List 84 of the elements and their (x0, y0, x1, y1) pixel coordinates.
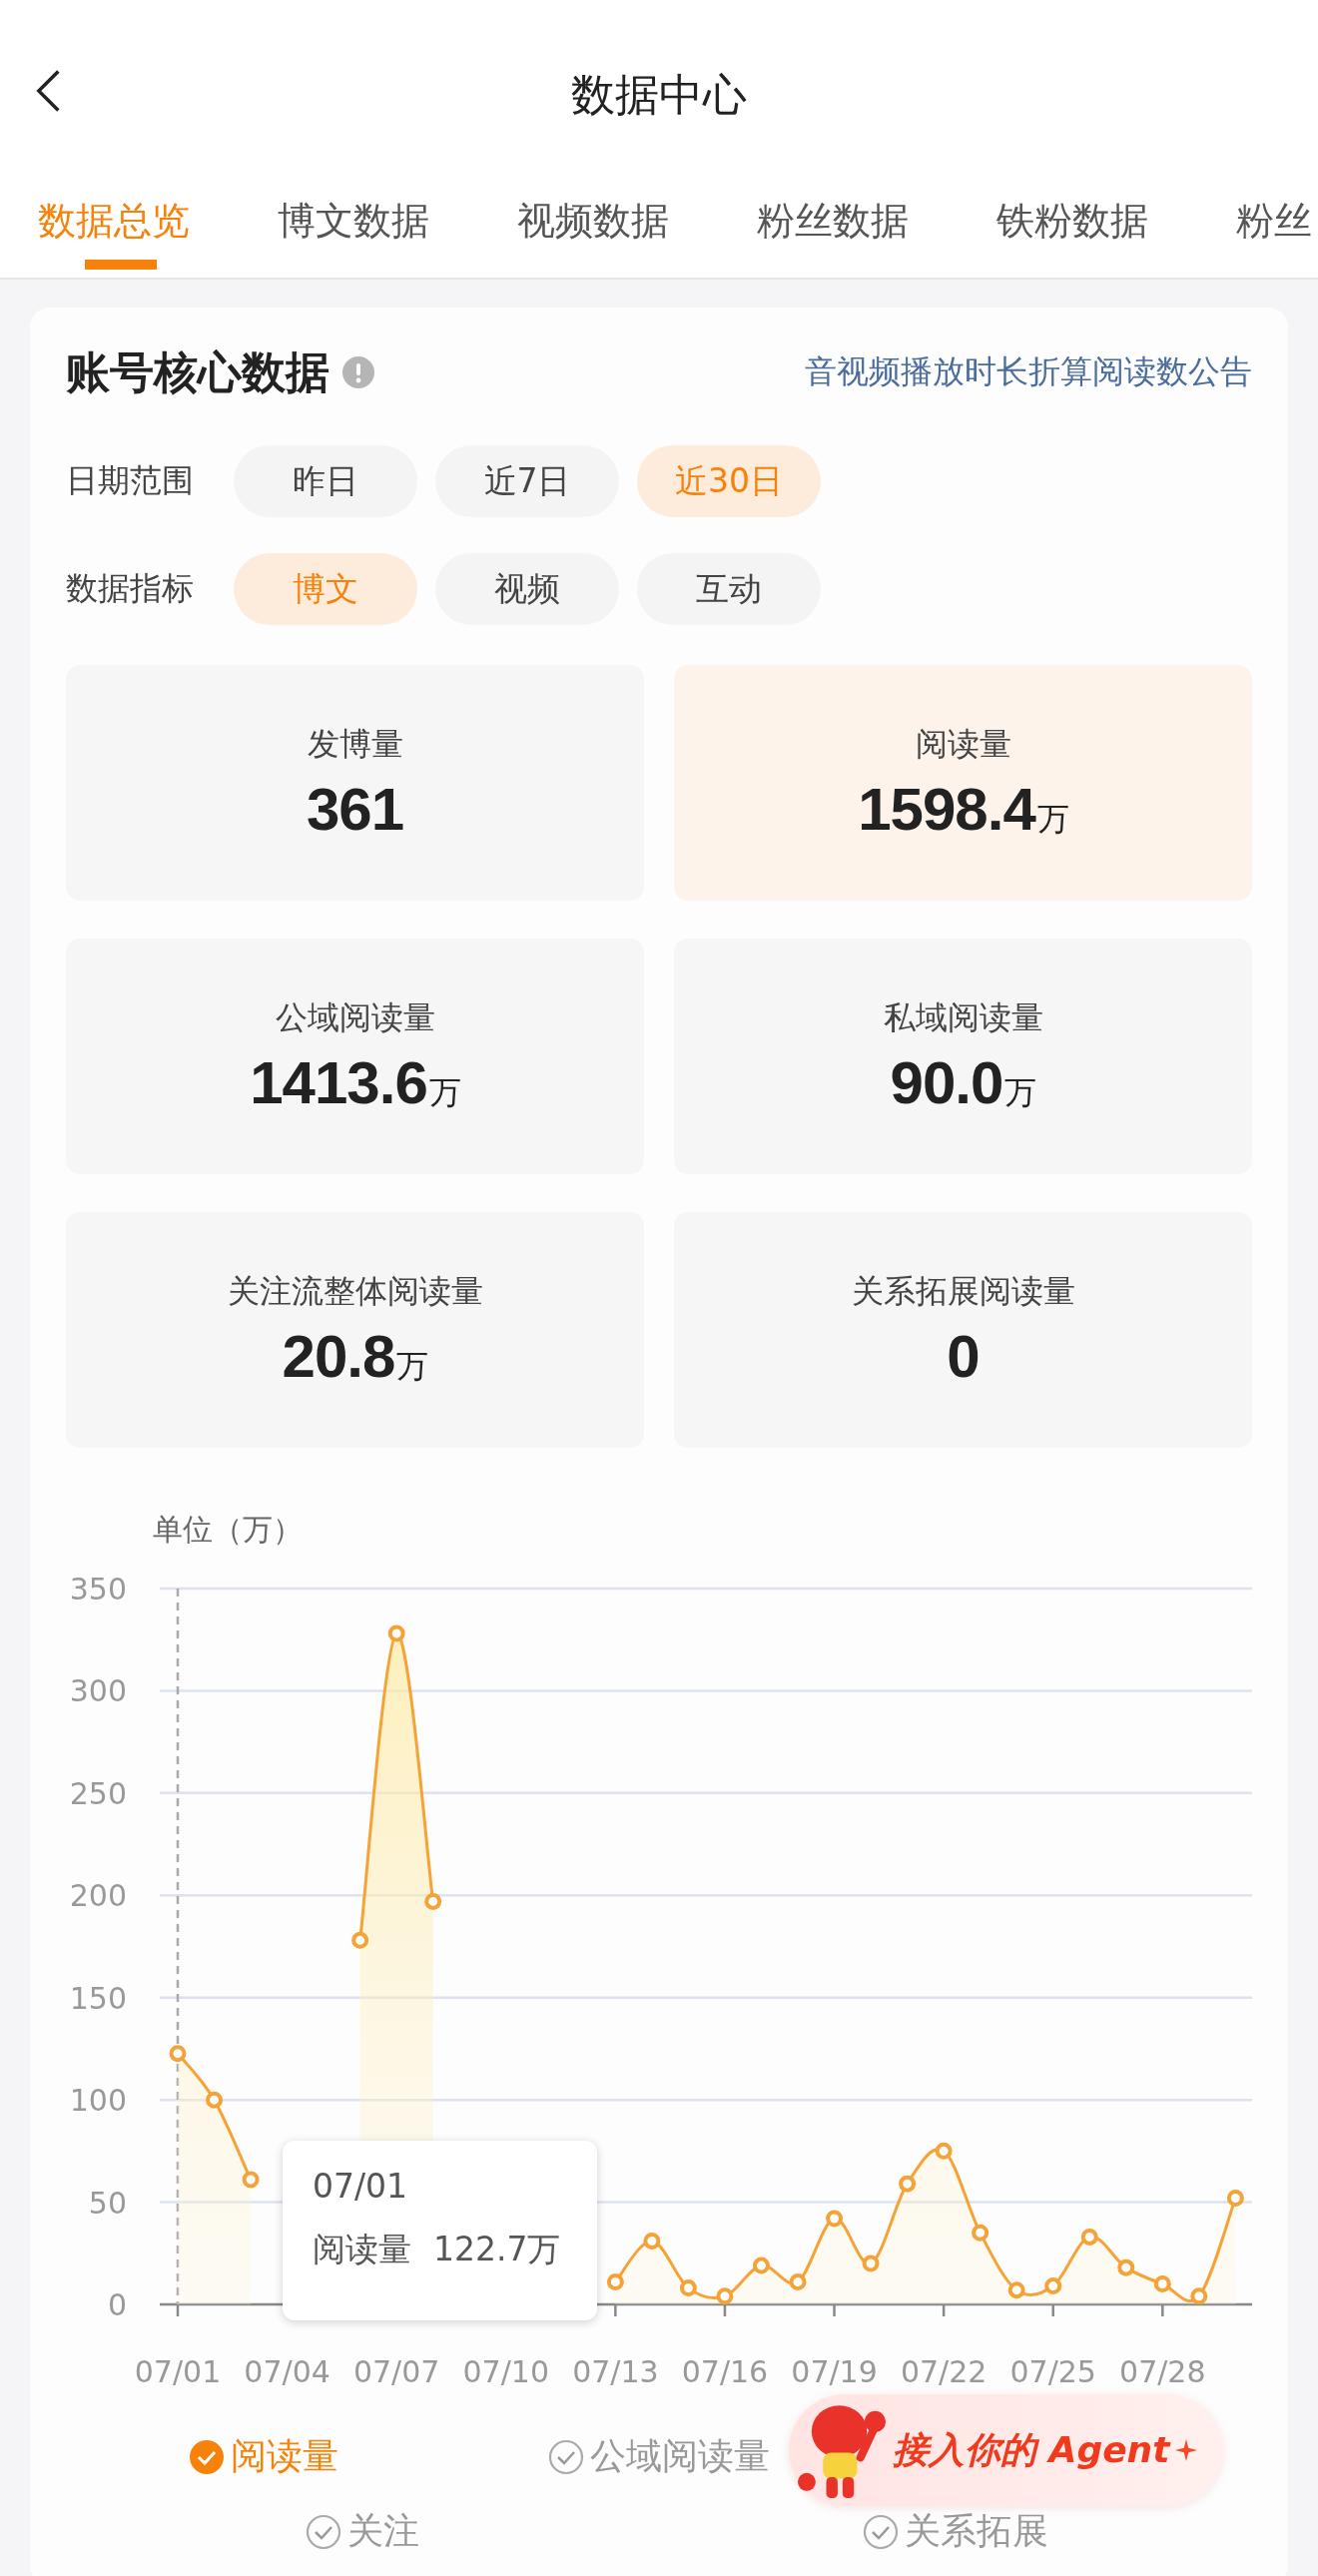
y-axis-label: 0 (107, 2287, 127, 2322)
metric-tile[interactable]: 私域阅读量 90.0万 (674, 939, 1252, 1174)
filter-label: 数据指标 (66, 568, 195, 609)
data-point (606, 2272, 624, 2290)
card-title: 账号核心数据 (66, 344, 330, 399)
data-point (351, 1931, 369, 1949)
metric-value: 1413.6万 (250, 1047, 460, 1117)
tooltip-value: 122.7万 (433, 2229, 561, 2270)
metric-label: 发博量 (307, 723, 403, 765)
data-point (753, 2256, 770, 2274)
data-point (1044, 2277, 1062, 2295)
metric-value: 90.0万 (890, 1047, 1036, 1117)
x-axis-label: 07/04 (244, 2354, 330, 2389)
metric-tile[interactable]: 发博量 361 (66, 665, 644, 901)
tooltip-label: 阅读量 (313, 2229, 411, 2270)
data-point (716, 2287, 734, 2305)
metric-label: 公域阅读量 (275, 996, 435, 1038)
metric-value: 1598.4万 (858, 774, 1068, 844)
axis-unit-label: 单位（万） (153, 1512, 303, 1547)
metric-value: 0 (947, 1321, 980, 1391)
tab[interactable]: 视频数据 (479, 190, 719, 278)
metric-label: 私域阅读量 (883, 996, 1043, 1038)
tab[interactable]: 博文数据 (240, 190, 479, 278)
data-point (643, 2233, 661, 2250)
x-axis-label: 07/16 (681, 2354, 769, 2389)
data-point (1190, 2287, 1208, 2305)
notice-link[interactable]: 音视频播放时长折算阅读数公告 (805, 350, 1252, 394)
check-icon (189, 2438, 225, 2475)
data-point (1153, 2275, 1171, 2292)
y-axis-label: 200 (69, 1878, 127, 1914)
filter-pill[interactable]: 昨日 (234, 445, 417, 517)
y-axis-label: 50 (88, 2185, 127, 2221)
check-icon (863, 2513, 899, 2550)
data-point (679, 2279, 697, 2297)
metric-tile[interactable]: 阅读量 1598.4万 (674, 665, 1252, 901)
x-axis-label: 07/22 (900, 2354, 988, 2389)
metric-tile[interactable]: 关注流整体阅读量 20.8万 (66, 1212, 644, 1448)
y-axis-label: 250 (69, 1775, 127, 1811)
metric-tile[interactable]: 关系拓展阅读量 0 (674, 1212, 1252, 1448)
data-point (1007, 2281, 1025, 2299)
data-point (935, 2142, 953, 2160)
filter-pill[interactable]: 近7日 (435, 445, 619, 517)
tab[interactable]: 粉丝 (1198, 190, 1318, 278)
data-point (206, 2091, 224, 2109)
metric-label: 关系拓展阅读量 (851, 1270, 1075, 1312)
sparkle-icon (1175, 2439, 1198, 2461)
data-point (789, 2272, 807, 2290)
data-point (899, 2175, 917, 2193)
tab[interactable]: 铁粉数据 (959, 190, 1198, 278)
tab[interactable]: 粉丝数据 (719, 190, 959, 278)
page-title: 数据中心 (571, 67, 747, 122)
y-axis-label: 100 (69, 2083, 127, 2119)
x-axis-label: 07/13 (572, 2354, 659, 2389)
data-point (1080, 2228, 1098, 2246)
y-axis-label: 300 (69, 1673, 127, 1709)
x-axis-label: 07/28 (1119, 2354, 1206, 2389)
data-point (169, 2045, 187, 2063)
back-icon[interactable] (34, 68, 62, 114)
data-point (1117, 2258, 1135, 2276)
data-point (862, 2254, 880, 2272)
y-axis-label: 350 (69, 1572, 127, 1607)
metric-label: 阅读量 (915, 723, 1011, 765)
filter-pill[interactable]: 互动 (637, 553, 821, 625)
x-axis-label: 07/25 (1009, 2354, 1096, 2389)
x-axis-label: 07/01 (134, 2354, 222, 2389)
check-icon (306, 2513, 341, 2550)
data-point (424, 1892, 442, 1910)
data-point (387, 1624, 405, 1642)
check-icon (548, 2438, 584, 2475)
y-axis-label: 150 (69, 1980, 127, 2016)
metric-tile[interactable]: 公域阅读量 1413.6万 (66, 939, 644, 1174)
filter-label: 日期范围 (66, 460, 195, 501)
x-axis-label: 07/07 (352, 2354, 440, 2389)
data-point (1226, 2189, 1244, 2207)
metric-label: 关注流整体阅读量 (227, 1270, 483, 1312)
metric-value: 361 (306, 774, 404, 844)
filter-pill[interactable]: 视频 (435, 553, 619, 625)
data-point (242, 2171, 260, 2189)
metric-value: 20.8万 (282, 1321, 428, 1391)
data-point (826, 2210, 844, 2228)
data-point (972, 2224, 989, 2242)
x-axis-label: 07/10 (462, 2354, 549, 2389)
tooltip-date: 07/01 (313, 2167, 409, 2206)
x-axis-label: 07/19 (791, 2354, 878, 2389)
